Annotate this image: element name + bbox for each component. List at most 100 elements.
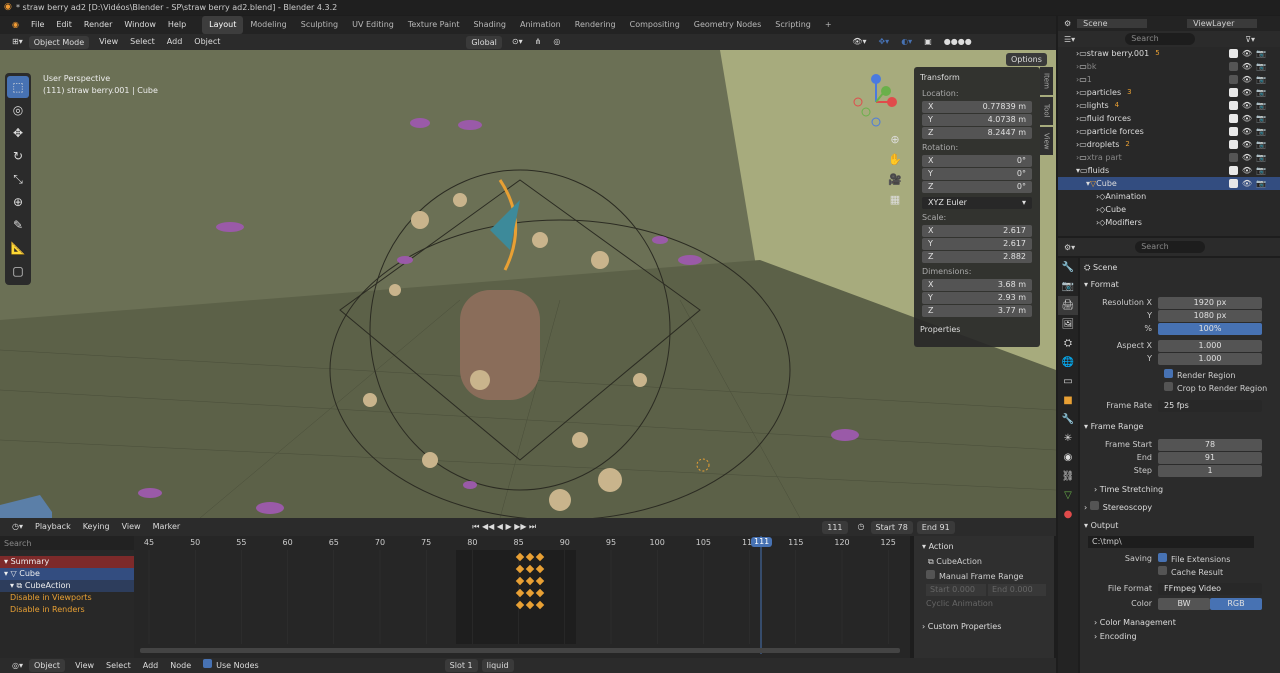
use-nodes-checkbox[interactable]: Use Nodes [197,658,265,673]
exclude-checkbox[interactable] [1229,101,1238,110]
workspace-tab-geometry-nodes[interactable]: Geometry Nodes [687,16,768,34]
render-camera-icon[interactable]: 📷 [1256,125,1266,138]
location-y-field[interactable]: Y 4.0738 m [922,114,1032,126]
workspace-tab-sculpting[interactable]: Sculpting [294,16,345,34]
menu-edit[interactable]: Edit [50,16,78,34]
physics-tab-icon[interactable]: ◉ [1058,448,1078,467]
channel-summary[interactable]: ▾ Summary [0,556,134,568]
move-tool-icon[interactable]: ✥ [7,122,29,144]
display-mode-icon[interactable]: ☰▾ [1064,35,1075,44]
clock-icon[interactable]: ◷▾ [6,519,29,535]
viewlayer-selector[interactable]: ViewLayer [1187,19,1258,28]
select-box-tool-icon[interactable]: ⬚ [7,76,29,98]
exclude-checkbox[interactable] [1229,88,1238,97]
render-camera-icon[interactable]: 📷 [1256,99,1266,112]
action-header[interactable]: ▾ Action [918,540,1050,554]
output-path-field[interactable]: C:\tmp\ [1088,536,1254,548]
tab-view[interactable]: View [1040,127,1053,155]
transform-tool-icon[interactable]: ⊕ [7,191,29,213]
render-camera-icon[interactable]: 📷 [1256,164,1266,177]
visibility-eye-icon[interactable]: 👁 [1242,151,1252,164]
render-camera-icon[interactable]: 📷 [1256,47,1266,60]
view-layer-tab-icon[interactable]: 🖼 [1058,315,1078,334]
visibility-eye-icon[interactable]: 👁 [1242,73,1252,86]
workspace-tab-rendering[interactable]: Rendering [568,16,623,34]
render-camera-icon[interactable]: 📷 [1256,86,1266,99]
exclude-checkbox[interactable] [1229,140,1238,149]
render-camera-icon[interactable]: 📷 [1256,177,1266,190]
menu-keying[interactable]: Keying [77,519,116,535]
render-camera-icon[interactable]: 📷 [1256,112,1266,125]
action-end-field[interactable]: End 0.000 [988,584,1046,596]
editor-type-icon[interactable]: ⚙▾ [1064,243,1075,252]
object-dropdown[interactable]: Object [29,659,66,672]
visibility-eye-icon[interactable]: 👁 [1242,177,1252,190]
resolution-x-field[interactable]: 1920 px [1158,296,1262,309]
visibility-eye-icon[interactable]: 👁 [1242,47,1252,60]
render-camera-icon[interactable]: 📷 [1256,151,1266,164]
scale-x-field[interactable]: X 2.617 [922,225,1032,237]
snap-icon[interactable]: ⋔ [529,34,548,50]
workspace-tab-layout[interactable]: Layout [202,16,244,34]
channel-cubeaction[interactable]: ▾ ⧉ CubeAction [0,580,134,592]
custom-properties-header[interactable]: › Custom Properties [918,620,1050,634]
frame-end-field[interactable]: 91 [1158,451,1262,464]
current-frame-indicator[interactable]: 111 [751,537,773,547]
resolution-y-field[interactable]: 1080 px [1158,309,1262,322]
menu-help[interactable]: Help [162,16,192,34]
workspace-tab-modeling[interactable]: Modeling [243,16,293,34]
rotation-x-field[interactable]: X 0° [922,155,1032,167]
scene-selector[interactable]: Scene [1077,19,1148,28]
zoom-icon[interactable]: ⊕ [886,130,904,148]
outliner-row[interactable]: › ▭ bk 👁 📷 [1058,60,1280,73]
editor-type-icon[interactable]: ⊞▾ [6,34,29,50]
color-management-header[interactable]: › Color Management [1080,616,1280,630]
outliner-row[interactable]: › ◇ Modifiers [1058,216,1280,229]
rotation-mode-dropdown[interactable]: XYZ Euler ▾ [922,197,1032,209]
exclude-checkbox[interactable] [1229,127,1238,136]
dimensions-x-field[interactable]: X 3.68 m [922,279,1032,291]
menu-view[interactable]: View [116,519,147,535]
workspace-tab-shading[interactable]: Shading [466,16,513,34]
transform-orientation-dropdown[interactable]: Global [466,35,502,49]
scene-tab-icon[interactable]: ⛭ [1058,334,1078,353]
location-z-field[interactable]: Z 8.2447 m [922,127,1032,139]
start-frame-field[interactable]: Start 78 [870,520,913,534]
menu-window[interactable]: Window [118,16,162,34]
channel-cube[interactable]: ▾ ▽ Cube [0,568,134,580]
menu-add[interactable]: Add [137,658,165,673]
menu-node[interactable]: Node [164,658,197,673]
workspace-tab-compositing[interactable]: Compositing [623,16,687,34]
workspace-tab-uv-editing[interactable]: UV Editing [345,16,401,34]
exclude-checkbox[interactable] [1229,153,1238,162]
action-start-field[interactable]: Start 0.000 [926,584,986,596]
manual-frame-range-checkbox[interactable]: Manual Frame Range [918,570,1050,584]
location-x-field[interactable]: X 0.77839 m [922,101,1032,113]
output-tab-icon[interactable]: 🖨 [1058,296,1078,315]
outliner-row[interactable]: › ◇ Cube [1058,203,1280,216]
outliner-row[interactable]: › ▭ fluid forces 👁 📷 [1058,112,1280,125]
outliner-row[interactable]: › ▭ droplets 2 👁 📷 [1058,138,1280,151]
visibility-eye-icon[interactable]: 👁 [1242,138,1252,151]
overlay-toggle-icon[interactable]: ◐▾ [895,34,918,50]
world-tab-icon[interactable]: 🌐 [1058,353,1078,372]
frame-step-field[interactable]: 1 [1158,464,1262,477]
visibility-eye-icon[interactable]: 👁 [1242,86,1252,99]
end-frame-field[interactable]: End 91 [916,520,955,534]
properties-search[interactable]: Search [1135,241,1206,253]
format-panel-header[interactable]: ▾ Format [1080,278,1280,292]
particles-tab-icon[interactable]: ✳ [1058,429,1078,448]
viewport-menu-select[interactable]: Select [124,34,161,50]
material-tab-icon[interactable]: ● [1058,505,1078,524]
cursor-tool-icon[interactable]: ◎ [7,99,29,121]
resolution-percent-slider[interactable]: 100% [1158,322,1262,335]
pivot-icon[interactable]: ⊙▾ [506,34,529,50]
shading-modes-icon[interactable]: ●●●● [938,34,978,50]
cache-result-checkbox[interactable]: Cache Result [1158,566,1223,577]
stereoscopy-panel-header[interactable]: › Stereoscopy [1080,501,1280,515]
properties-header[interactable]: Properties [920,323,1036,337]
exclude-checkbox[interactable] [1229,114,1238,123]
output-panel-header[interactable]: ▾ Output [1080,519,1280,533]
exclude-checkbox[interactable] [1229,62,1238,71]
scale-z-field[interactable]: Z 2.882 [922,251,1032,263]
